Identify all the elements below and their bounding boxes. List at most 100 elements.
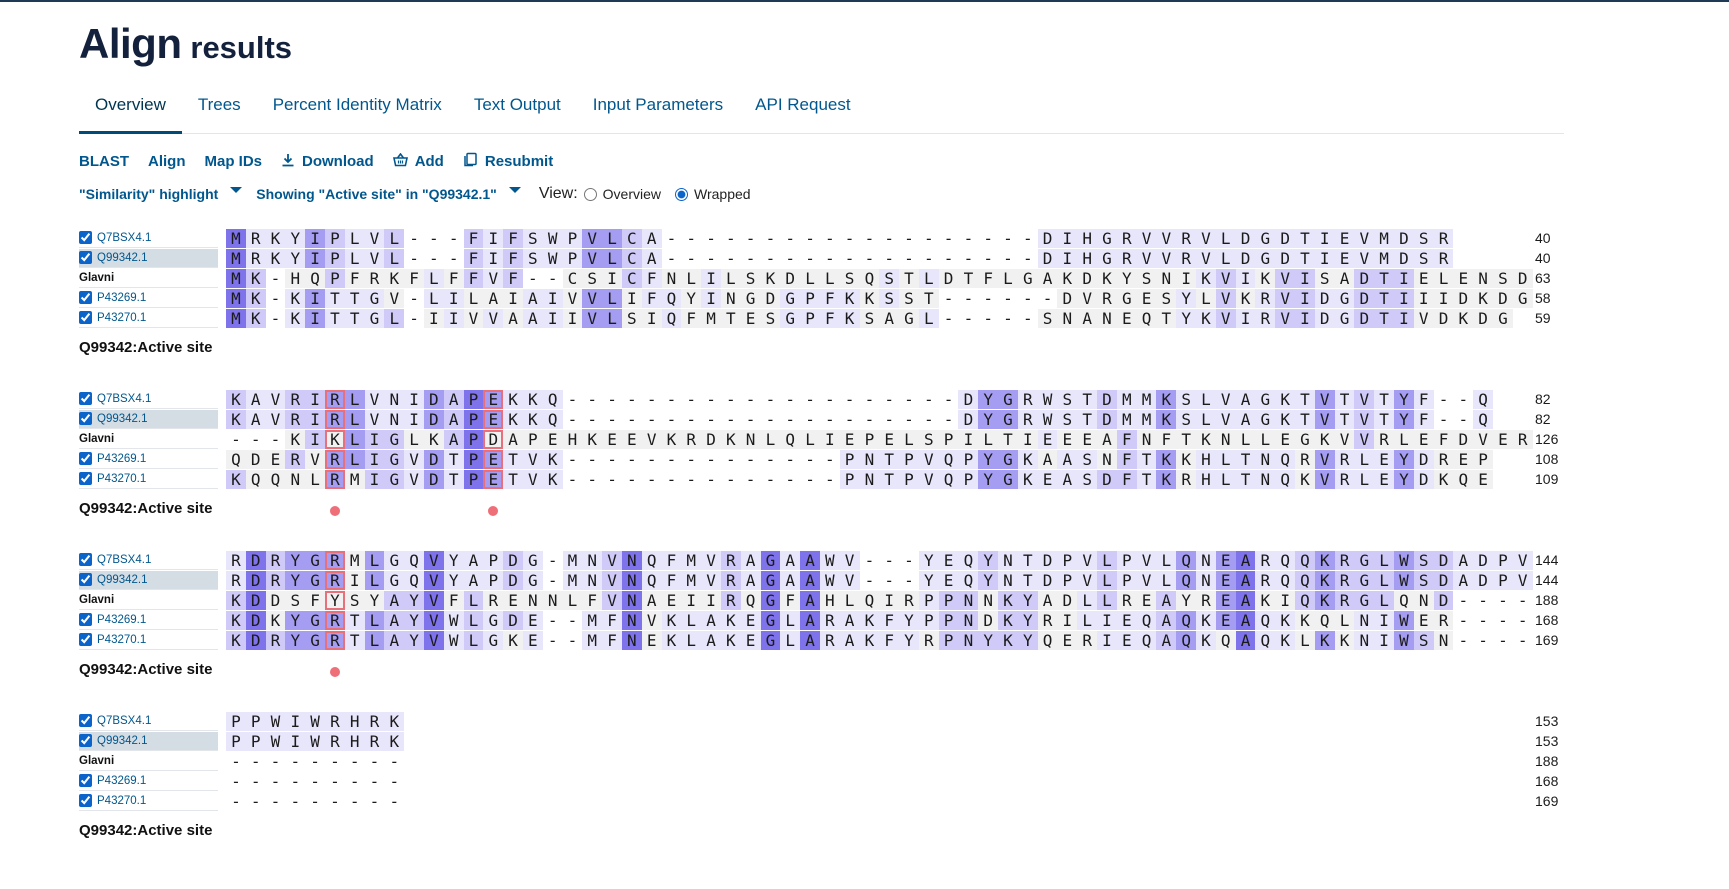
sequence-id[interactable]: Q7BSX4.1 <box>97 715 151 727</box>
residue: T <box>1136 470 1157 489</box>
residue: - <box>983 249 993 268</box>
sequence-label[interactable]: P43269.1 <box>79 450 218 469</box>
active-site-marker[interactable] <box>329 667 340 677</box>
residue: I <box>602 269 622 288</box>
sequence-checkbox[interactable] <box>79 231 92 244</box>
sequence-id[interactable]: Q7BSX4.1 <box>97 232 151 244</box>
residue: - <box>1438 410 1449 429</box>
residue: R <box>819 611 840 630</box>
sequence-label[interactable]: P43270.1 <box>79 470 218 489</box>
sequence-id[interactable]: P43269.1 <box>97 453 146 465</box>
sequence-id[interactable]: P43270.1 <box>97 795 146 807</box>
residue: - <box>864 229 875 248</box>
highlight-dropdown[interactable]: "Similarity" highlight <box>79 186 243 202</box>
view-overview-option[interactable]: Overview <box>583 186 661 202</box>
residue: F <box>503 249 523 268</box>
sequence-checkbox[interactable] <box>79 734 92 747</box>
sequence-label[interactable]: Glavni <box>79 752 218 771</box>
sequence-checkbox[interactable] <box>79 291 92 304</box>
active-site-marker[interactable] <box>488 506 499 516</box>
sequence-label[interactable]: Q7BSX4.1 <box>79 229 218 248</box>
residue: K <box>720 611 741 630</box>
sequence-label[interactable]: P43269.1 <box>79 289 218 308</box>
sequence-label[interactable]: P43269.1 <box>79 611 218 630</box>
feature-dropdown[interactable]: Showing "Active site" in "Q99342.1" <box>256 186 521 202</box>
residue: A <box>701 631 721 650</box>
residue: V <box>1215 269 1236 288</box>
sequence-id[interactable]: Q7BSX4.1 <box>97 393 151 405</box>
residue: Q <box>305 269 325 288</box>
residue: E <box>1413 269 1434 288</box>
sequence-label[interactable]: P43270.1 <box>79 792 218 811</box>
sequence-id[interactable]: P43270.1 <box>97 634 146 646</box>
view-wrapped-radio[interactable] <box>675 187 689 201</box>
sequence-id[interactable]: Q99342.1 <box>97 735 148 747</box>
sequence-label[interactable]: Q7BSX4.1 <box>79 712 218 731</box>
tab-api-request[interactable]: API Request <box>739 86 866 134</box>
residue: R <box>899 591 919 610</box>
sequence-id[interactable]: P43269.1 <box>97 775 146 787</box>
sequence-label[interactable]: P43270.1 <box>79 631 218 650</box>
residue: V <box>522 470 543 489</box>
residue: R <box>324 732 345 751</box>
map-ids-button[interactable]: Map IDs <box>205 153 263 170</box>
sequence-checkbox[interactable] <box>79 794 92 807</box>
sequence-label[interactable]: Glavni <box>79 591 218 610</box>
tab-input-parameters[interactable]: Input Parameters <box>577 86 739 134</box>
residue: Q <box>1136 611 1157 630</box>
residue: Q <box>265 470 286 489</box>
residue: V <box>582 249 603 268</box>
blast-button[interactable]: BLAST <box>79 153 129 170</box>
sequence-id[interactable]: P43269.1 <box>97 614 146 626</box>
align-button[interactable]: Align <box>148 153 186 170</box>
tab-overview[interactable]: Overview <box>79 86 182 134</box>
sequence-label[interactable]: Q99342.1 <box>79 570 218 590</box>
residue: I <box>1374 611 1395 630</box>
sequence-checkbox[interactable] <box>79 633 92 646</box>
sequence-id[interactable]: Q99342.1 <box>97 252 148 264</box>
sequence-id[interactable]: Q7BSX4.1 <box>97 554 151 566</box>
view-overview-radio[interactable] <box>583 187 597 201</box>
sequence-label[interactable]: Glavni <box>79 269 218 288</box>
tab-percent-identity-matrix[interactable]: Percent Identity Matrix <box>257 86 458 134</box>
sequence-label[interactable]: P43269.1 <box>79 772 218 791</box>
sequence-id[interactable]: P43270.1 <box>97 473 146 485</box>
active-site-marker[interactable] <box>329 506 340 516</box>
tab-text-output[interactable]: Text Output <box>458 86 577 134</box>
resubmit-button[interactable]: Resubmit <box>463 152 553 170</box>
residue: A <box>641 229 662 248</box>
residue: L <box>780 611 801 630</box>
view-wrapped-option[interactable]: Wrapped <box>675 186 751 202</box>
sequence-checkbox[interactable] <box>79 573 92 586</box>
sequence-id[interactable]: Q99342.1 <box>97 574 148 586</box>
sequence-label[interactable]: Q7BSX4.1 <box>79 551 218 570</box>
residue: L <box>602 249 622 268</box>
sequence-checkbox[interactable] <box>79 714 92 727</box>
sequence-label[interactable]: Q7BSX4.1 <box>79 390 218 409</box>
sequence-checkbox[interactable] <box>79 472 92 485</box>
sequence-checkbox[interactable] <box>79 392 92 405</box>
add-button[interactable]: Add <box>392 152 444 170</box>
residue: W <box>1394 611 1414 630</box>
sequence-label[interactable]: Q99342.1 <box>79 409 218 429</box>
sequence-id[interactable]: Q99342.1 <box>97 413 148 425</box>
residue: V <box>265 410 286 429</box>
sequence-checkbox[interactable] <box>79 412 92 425</box>
sequence-label[interactable]: Q99342.1 <box>79 248 218 268</box>
sequence-checkbox[interactable] <box>79 613 92 626</box>
sequence-checkbox[interactable] <box>79 311 92 324</box>
sequence-checkbox[interactable] <box>79 251 92 264</box>
sequence-label[interactable]: Glavni <box>79 430 218 449</box>
sequence-label[interactable]: P43270.1 <box>79 309 218 328</box>
tab-trees[interactable]: Trees <box>182 86 257 134</box>
residue: S <box>285 591 306 610</box>
sequence-label[interactable]: Q99342.1 <box>79 731 218 751</box>
sequence-checkbox[interactable] <box>79 774 92 787</box>
sequence-id[interactable]: P43270.1 <box>97 312 146 324</box>
sequence-checkbox[interactable] <box>79 553 92 566</box>
sequence-checkbox[interactable] <box>79 452 92 465</box>
sequence-id[interactable]: P43269.1 <box>97 292 146 304</box>
residue: I <box>1295 289 1315 308</box>
download-button[interactable]: Download <box>281 153 374 170</box>
residue: Q <box>1037 631 1058 650</box>
